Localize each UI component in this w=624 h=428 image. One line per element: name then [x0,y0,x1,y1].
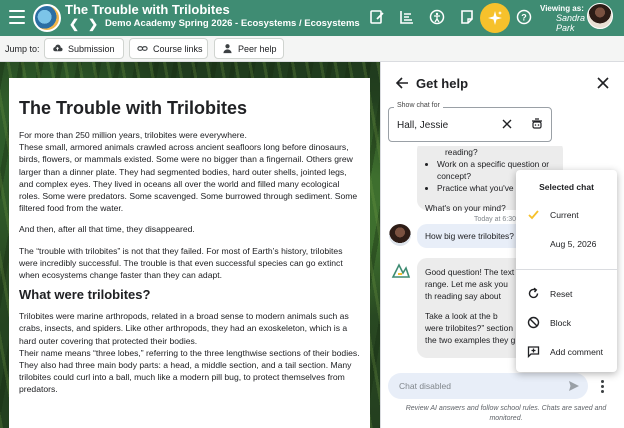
edit-icon[interactable] [369,9,385,25]
grades-icon[interactable] [399,9,415,25]
paragraph: And then, after all that time, they disa… [19,224,195,235]
submission-label: Submission [68,43,115,54]
menu-item-label: Aug 5, 2026 [550,239,597,249]
message-text: reading? [445,147,478,157]
avatar [389,224,411,246]
menu-item-current[interactable]: Current [516,203,617,227]
reset-icon [528,287,539,299]
course-links-label: Course links [153,43,203,54]
field-label: Show chat for [394,102,443,109]
chevron-left-icon[interactable]: ❮ [67,17,81,31]
paragraph: Their name means “three lobes,” referrin… [19,347,360,395]
arrow-back-icon[interactable] [395,76,409,90]
menu-item-block[interactable]: Block [516,311,617,335]
article: The Trouble with Trilobites For more tha… [9,78,370,428]
user-message: How big were trilobites? [417,224,527,248]
menu-item-label: Reset [550,289,573,299]
selected-chat-menu: Selected chat Current Aug 5, 2026 Reset … [516,170,617,372]
article-title: The Trouble with Trilobites [19,98,248,118]
menu-item-label: Add comment [550,347,604,357]
sparkle-icon [488,11,502,25]
paragraph: The “trouble with trilobites” is not tha… [19,245,343,281]
menu-item-date[interactable]: Aug 5, 2026 [516,232,617,256]
link-icon [137,46,148,51]
peer-help-label: Peer help [238,43,277,54]
course-links-button[interactable]: Course links [129,38,208,59]
message-text: Good question! The text range. Let me as… [425,267,515,301]
submission-button[interactable]: Submission [44,38,124,59]
chat-input[interactable]: Chat disabled [388,373,588,399]
help-icon[interactable]: ? [516,9,532,25]
check-icon [528,210,539,220]
show-chat-for-field[interactable]: Show chat for Hall, Jessie [388,102,552,142]
disclaimer: Review AI answers and follow school rule… [405,405,607,422]
assistant-avatar-icon [391,263,411,278]
breadcrumb[interactable]: Demo Academy Spring 2026 - Ecosystems / … [105,18,360,29]
section-heading: What were trilobites? [19,287,151,303]
paragraph: These small, armored animals crawled acr… [19,142,358,214]
paragraph: For more than 250 million years, trilobi… [19,130,247,140]
jump-to-label: Jump to: [5,44,40,54]
person-icon [223,44,232,54]
viewer-name: Sandra Park [556,13,586,33]
block-icon [527,316,540,329]
svg-text:?: ? [521,13,527,23]
menu-item-label: Block [550,318,572,328]
panel-title: Get help [416,76,469,91]
menu-item-add-comment[interactable]: Add comment [516,340,617,364]
field-value: Hall, Jessie [397,120,449,131]
viewing-as-label: Viewing as: [540,4,584,13]
close-icon[interactable] [597,77,609,89]
top-bar: The Trouble with Trilobites ❮ ❯ Demo Aca… [0,0,624,36]
menu-item-reset[interactable]: Reset [516,282,617,306]
note-icon[interactable] [459,9,475,25]
course-logo[interactable] [33,4,61,32]
peer-help-button[interactable]: Peer help [214,38,284,59]
menu-header: Selected chat [539,182,594,192]
bot-icon[interactable] [530,117,544,131]
ai-sparkle-button[interactable] [480,3,510,33]
message-text: Take a look at the b were trilobites?” s… [425,311,516,345]
chat-placeholder: Chat disabled [399,381,451,391]
accessibility-icon[interactable] [429,9,445,25]
avatar[interactable] [587,3,613,29]
menu-divider [516,269,617,270]
menu-item-label: Current [550,210,579,220]
jump-bar: Jump to: Submission Course links Peer he… [0,36,624,62]
more-vert-icon[interactable] [601,380,605,394]
add-comment-icon [527,346,540,358]
timestamp: Today at 6:30 [474,216,517,223]
clear-icon[interactable] [502,119,512,129]
menu-icon[interactable] [9,10,25,24]
send-icon[interactable] [568,380,580,392]
paragraph: Trilobites were marine arthropods, relat… [19,311,349,346]
chevron-right-icon[interactable]: ❯ [86,17,100,31]
cloud-upload-icon [53,44,63,52]
page-title: The Trouble with Trilobites [65,2,230,17]
